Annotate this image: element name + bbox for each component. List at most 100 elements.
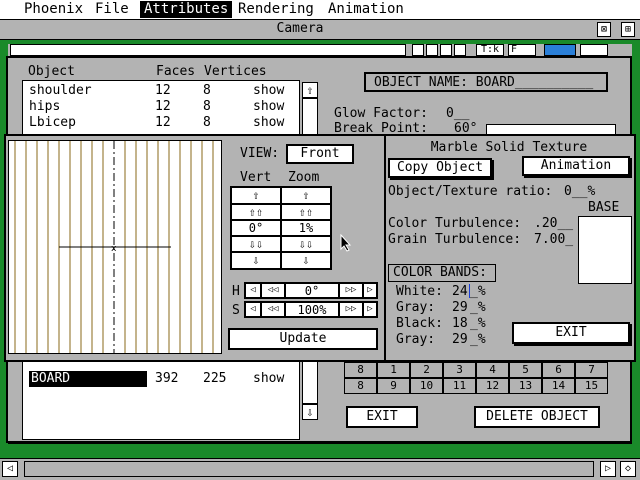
scroll-down-icon[interactable]: ⇩ [302, 404, 318, 420]
animation-button[interactable]: Animation [522, 156, 630, 176]
list-item-name[interactable]: Lbicep [29, 115, 76, 131]
number-cell[interactable]: 1 [377, 362, 410, 378]
camera-nav-icon[interactable] [440, 44, 452, 56]
ratio-label: Object/Texture ratio: [388, 184, 553, 199]
menu-phoenix[interactable]: Phoenix [20, 1, 87, 18]
list-item-name[interactable]: hips [29, 99, 60, 115]
ratio-value[interactable]: 0__% [564, 184, 595, 200]
selected-list-item-name[interactable]: BOARD [31, 371, 70, 387]
menu-rendering[interactable]: Rendering [234, 1, 318, 18]
s-left-icon[interactable]: ◁ [245, 302, 261, 317]
number-cell[interactable]: 13 [509, 378, 542, 394]
copy-object-button[interactable]: Copy Object [388, 158, 492, 178]
list-item-vertices: 8 [203, 115, 211, 130]
zoom-fast-down-icon[interactable]: ⇩⇩ [281, 236, 331, 252]
header-faces: Faces [156, 64, 196, 79]
grain-turbulence-value[interactable]: 7.00_ [534, 232, 573, 248]
view-label: VIEW: [240, 146, 280, 161]
menu-attributes[interactable]: Attributes [140, 1, 233, 18]
band-name: Gray: [396, 300, 436, 315]
marble-texture-dialog: x VIEW: Front Vert Zoom ⇧ ⇧ ⇧⇧ ⇧⇧ 0° 1% … [4, 134, 636, 362]
vert-fast-down-icon[interactable]: ⇩⇩ [231, 236, 281, 252]
object-name-field[interactable]: OBJECT NAME: BOARD__________ [364, 72, 608, 92]
scroll-up-icon[interactable]: ⇧ [302, 82, 318, 98]
number-cell[interactable]: 2 [410, 362, 443, 378]
camera-nav-icon[interactable] [426, 44, 438, 56]
zoom-down-icon[interactable]: ⇩ [281, 252, 331, 269]
window-full-icon[interactable]: ⊠ [597, 22, 611, 37]
scrollbar-track-bottom[interactable] [302, 360, 318, 404]
scroll-left-icon[interactable]: ◁ [2, 461, 18, 477]
number-cell[interactable]: 3 [443, 362, 476, 378]
glow-factor-label: Glow Factor: [334, 106, 428, 121]
h-left-icon[interactable]: ◁ [245, 283, 261, 298]
h-fast-right-icon[interactable]: ▷▷ [339, 283, 363, 298]
vert-fast-up-icon[interactable]: ⇧⇧ [231, 204, 281, 220]
h-value[interactable]: 0° [285, 283, 339, 298]
camera-color-swatch[interactable] [544, 44, 576, 56]
number-cell[interactable]: 11 [443, 378, 476, 394]
camera-title: Camera [276, 21, 324, 36]
band-value[interactable]: 29 [452, 332, 468, 348]
h-fast-left-icon[interactable]: ◁◁ [261, 283, 285, 298]
zoom-value[interactable]: 1% [281, 220, 331, 236]
delete-object-button[interactable]: DELETE OBJECT [474, 406, 600, 428]
band-value[interactable]: 29 [452, 300, 468, 316]
s-right-icon[interactable]: ▷ [363, 302, 377, 317]
object-list-bottom: BOARD 392 225 show [22, 360, 300, 440]
band-name: White: [396, 284, 443, 299]
s-fast-right-icon[interactable]: ▷▷ [339, 302, 363, 317]
exit-button[interactable]: EXIT [346, 406, 418, 428]
h-control: ◁ ◁◁ 0° ▷▷ ▷ [244, 282, 378, 299]
list-item-name[interactable]: shoulder [29, 83, 92, 99]
band-name: Gray: [396, 332, 436, 347]
glow-factor-value[interactable]: 0__ [446, 106, 469, 122]
camera-nav-icon[interactable] [454, 44, 466, 56]
scroll-track[interactable] [24, 461, 594, 477]
zoom-up-icon[interactable]: ⇧ [281, 187, 331, 204]
number-cell[interactable]: 6 [542, 362, 575, 378]
number-cell[interactable]: 15 [575, 378, 608, 394]
h-right-icon[interactable]: ▷ [363, 283, 377, 298]
color-bands-header: COLOR BANDS: [388, 264, 496, 282]
number-cell[interactable]: 7 [575, 362, 608, 378]
object-name-text: OBJECT NAME: BOARD__________ [374, 75, 594, 90]
camera-tk-button[interactable]: T:k [476, 44, 504, 56]
number-cell[interactable]: 9 [377, 378, 410, 394]
color-turbulence-value[interactable]: .20__ [534, 216, 573, 232]
list-item-show[interactable]: show [253, 83, 284, 99]
number-cell[interactable]: 4 [476, 362, 509, 378]
menu-file[interactable]: File [91, 1, 133, 18]
band-value[interactable]: 24 [452, 284, 468, 300]
resize-icon[interactable]: ◇ [620, 461, 636, 477]
list-item-show[interactable]: show [253, 371, 284, 387]
scroll-right-icon[interactable]: ▷ [600, 461, 616, 477]
menu-animation[interactable]: Animation [324, 1, 408, 18]
band-value[interactable]: 18 [452, 316, 468, 332]
number-cell[interactable]: 8 [344, 378, 377, 394]
list-item-show[interactable]: show [253, 115, 284, 131]
s-value[interactable]: 100% [285, 302, 339, 317]
s-fast-left-icon[interactable]: ◁◁ [261, 302, 285, 317]
vert-up-icon[interactable]: ⇧ [231, 187, 281, 204]
camera-f-button[interactable]: F [508, 44, 536, 56]
texture-exit-button[interactable]: EXIT [512, 322, 630, 344]
vert-down-icon[interactable]: ⇩ [231, 252, 281, 269]
number-cell[interactable]: 5 [509, 362, 542, 378]
number-cell[interactable]: 10 [410, 378, 443, 394]
camera-nav-icon[interactable] [412, 44, 424, 56]
scrollbar-track[interactable] [302, 98, 318, 136]
update-button[interactable]: Update [228, 328, 378, 350]
number-cell[interactable]: 12 [476, 378, 509, 394]
camera-option-button[interactable] [580, 44, 608, 56]
camera-field[interactable] [10, 44, 406, 56]
horizontal-scrollbar[interactable]: ◁ ▷ ◇ [0, 458, 640, 480]
base-color-swatch[interactable] [578, 216, 632, 284]
number-cell[interactable]: 14 [542, 378, 575, 394]
zoom-fast-up-icon[interactable]: ⇧⇧ [281, 204, 331, 220]
number-cell[interactable]: 8 [344, 362, 377, 378]
vert-value[interactable]: 0° [231, 220, 281, 236]
view-button[interactable]: Front [286, 144, 354, 164]
window-close-icon[interactable]: ⊞ [621, 22, 635, 37]
list-item-show[interactable]: show [253, 99, 284, 115]
